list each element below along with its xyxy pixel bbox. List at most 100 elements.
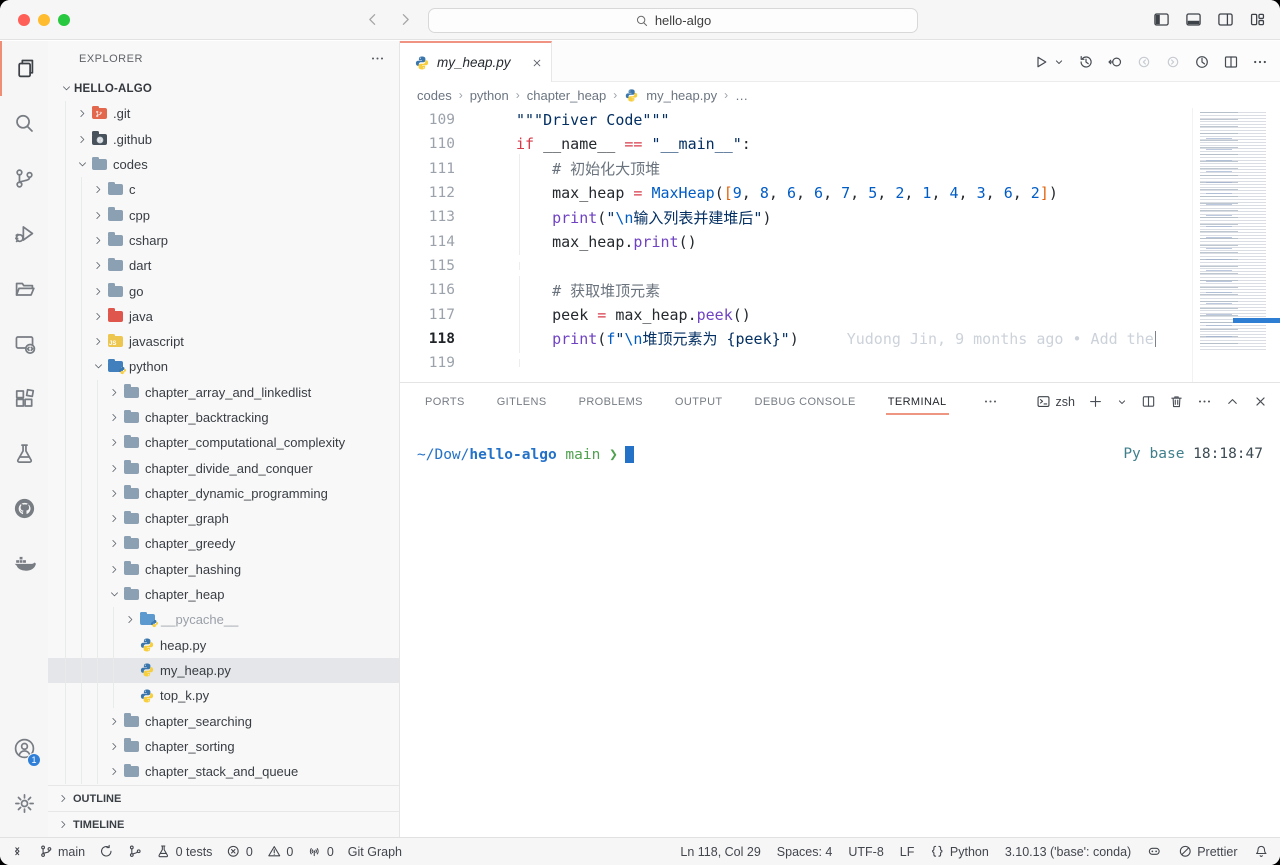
close-window-button[interactable] [18, 14, 30, 26]
gitlens-graph-icon[interactable] [1194, 54, 1210, 70]
tree-item-heappy[interactable]: heap.py [48, 633, 399, 658]
activity-explorer[interactable] [0, 41, 48, 96]
split-terminal-icon[interactable] [1141, 394, 1156, 409]
minimap[interactable] [1192, 108, 1280, 382]
activity-testing[interactable] [0, 426, 48, 481]
zoom-window-button[interactable] [58, 14, 70, 26]
panel-more-icon[interactable] [1197, 394, 1212, 409]
split-editor-icon[interactable] [1223, 54, 1239, 70]
activity-extensions[interactable] [0, 371, 48, 426]
tree-item-github[interactable]: .github [48, 127, 399, 152]
tree-item-c[interactable]: c [48, 177, 399, 202]
activity-search[interactable] [0, 96, 48, 151]
close-panel-icon[interactable] [1253, 394, 1268, 409]
status-item-prettier[interactable]: Prettier [1178, 844, 1238, 859]
toggle-panel-icon[interactable] [1185, 11, 1202, 28]
tree-item-chapter_stack_and_queue[interactable]: chapter_stack_and_queue [48, 759, 399, 784]
forward-icon[interactable] [397, 11, 414, 28]
kill-terminal-icon[interactable] [1169, 394, 1184, 409]
tree-item-chapter_searching[interactable]: chapter_searching [48, 708, 399, 733]
tree-item-chapter_computational_complexity[interactable]: chapter_computational_complexity [48, 430, 399, 455]
tree-item-chapter_greedy[interactable]: chapter_greedy [48, 531, 399, 556]
status-item-tests[interactable]: 0 tests [156, 844, 212, 859]
tree-item-chapter_divide_and_conquer[interactable]: chapter_divide_and_conquer [48, 455, 399, 480]
tree-item-python[interactable]: python [48, 354, 399, 379]
tree-item-chapter_dynamic_programming[interactable]: chapter_dynamic_programming [48, 481, 399, 506]
activity-docker[interactable] [0, 536, 48, 591]
status-item-eol[interactable]: LF [900, 845, 915, 859]
tree-item-javascript[interactable]: JSjavascript [48, 329, 399, 354]
tree-item-git[interactable]: .git [48, 101, 399, 126]
new-terminal-icon[interactable] [1088, 394, 1103, 409]
tree-item-hello-algo[interactable]: HELLO-ALGO [48, 76, 399, 101]
status-item-git-graph-view[interactable] [128, 844, 143, 859]
terminal-content[interactable]: ~/Dow/hello-algo main ❯ Py base 18:18:47 [417, 446, 1263, 463]
status-item-indentation[interactable]: Spaces: 4 [777, 845, 833, 859]
toggle-secondary-sidebar-icon[interactable] [1217, 11, 1234, 28]
activity-github[interactable] [0, 481, 48, 536]
command-center-search[interactable]: hello-algo [428, 8, 918, 33]
panel-tab-gitlens[interactable]: GITLENS [497, 396, 547, 408]
breadcrumb-item[interactable]: python [470, 88, 509, 103]
back-icon[interactable] [364, 11, 381, 28]
terminal-instance[interactable]: zsh [1036, 394, 1075, 409]
activity-settings[interactable] [0, 776, 48, 831]
tree-item-chapter_heap[interactable]: chapter_heap [48, 582, 399, 607]
tree-item-dart[interactable]: dart [48, 253, 399, 278]
status-item-git-branch[interactable]: main [39, 844, 86, 859]
status-item-python-interpreter[interactable]: 3.10.13 ('base': conda) [1005, 845, 1131, 859]
breadcrumb-item[interactable]: chapter_heap [527, 88, 607, 103]
activity-source-control[interactable] [0, 151, 48, 206]
customize-layout-icon[interactable] [1249, 11, 1266, 28]
panel-tab-output[interactable]: OUTPUT [675, 396, 723, 408]
terminal-dropdown-icon[interactable] [1116, 396, 1128, 408]
tab-my-heap[interactable]: my_heap.py [400, 41, 552, 82]
status-item-notifications[interactable] [1254, 844, 1269, 859]
timeline-section[interactable]: TIMELINE [48, 811, 399, 837]
panel-tab-terminal[interactable]: TERMINAL [888, 396, 947, 408]
tree-item-chapter_hashing[interactable]: chapter_hashing [48, 557, 399, 582]
tree-item-codes[interactable]: codes [48, 152, 399, 177]
breadcrumb-item[interactable]: codes [417, 88, 452, 103]
tree-item-go[interactable]: go [48, 278, 399, 303]
file-history-icon[interactable] [1078, 54, 1094, 70]
previous-change-icon[interactable] [1136, 54, 1152, 70]
close-tab-icon[interactable] [531, 57, 543, 69]
activity-remote-explorer[interactable] [0, 316, 48, 371]
panel-tab-debug-console[interactable]: DEBUG CONSOLE [755, 396, 856, 408]
panel-tabs-more-icon[interactable] [983, 394, 998, 409]
activity-project-folder[interactable] [0, 261, 48, 316]
status-item-git-graph-label[interactable]: Git Graph [348, 845, 402, 859]
activity-accounts[interactable]: 1 [0, 721, 48, 776]
status-item-git-sync[interactable] [99, 844, 114, 859]
status-item-errors[interactable]: 0 [226, 844, 252, 859]
panel-tab-problems[interactable]: PROBLEMS [579, 396, 643, 408]
panel-tab-ports[interactable]: PORTS [425, 396, 465, 408]
status-item-warnings[interactable]: 0 [267, 844, 293, 859]
run-dropdown-icon[interactable] [1053, 56, 1065, 68]
status-item-copilot[interactable] [1147, 844, 1162, 859]
maximize-panel-icon[interactable] [1225, 394, 1240, 409]
status-item-remote[interactable] [10, 844, 25, 859]
code-editor[interactable]: 109"""Driver Code"""110if __name__ == "_… [400, 108, 1280, 382]
tree-item-chapter_graph[interactable]: chapter_graph [48, 506, 399, 531]
outline-section[interactable]: OUTLINE [48, 785, 399, 811]
tree-item-chapter_sorting[interactable]: chapter_sorting [48, 734, 399, 759]
status-item-cursor-position[interactable]: Ln 118, Col 29 [680, 845, 760, 859]
status-item-encoding[interactable]: UTF-8 [848, 845, 883, 859]
tree-item-csharp[interactable]: csharp [48, 228, 399, 253]
explorer-more-icon[interactable] [370, 51, 385, 66]
tree-item-java[interactable]: java [48, 304, 399, 329]
tree-item-my_heappy[interactable]: my_heap.py [48, 658, 399, 683]
status-item-language-mode[interactable]: Python [930, 844, 988, 859]
tree-item-chapter_array_and_linkedlist[interactable]: chapter_array_and_linkedlist [48, 380, 399, 405]
status-item-feedback[interactable]: 0 [307, 844, 333, 859]
run-python-file-icon[interactable] [1033, 54, 1049, 70]
minimize-window-button[interactable] [38, 14, 50, 26]
tree-item-chapter_backtracking[interactable]: chapter_backtracking [48, 405, 399, 430]
more-actions-icon[interactable] [1252, 54, 1268, 70]
breadcrumb-item[interactable]: … [735, 88, 748, 103]
breadcrumb-item[interactable]: my_heap.py [646, 88, 717, 103]
toggle-sidebar-icon[interactable] [1153, 11, 1170, 28]
tree-item-top_kpy[interactable]: top_k.py [48, 683, 399, 708]
